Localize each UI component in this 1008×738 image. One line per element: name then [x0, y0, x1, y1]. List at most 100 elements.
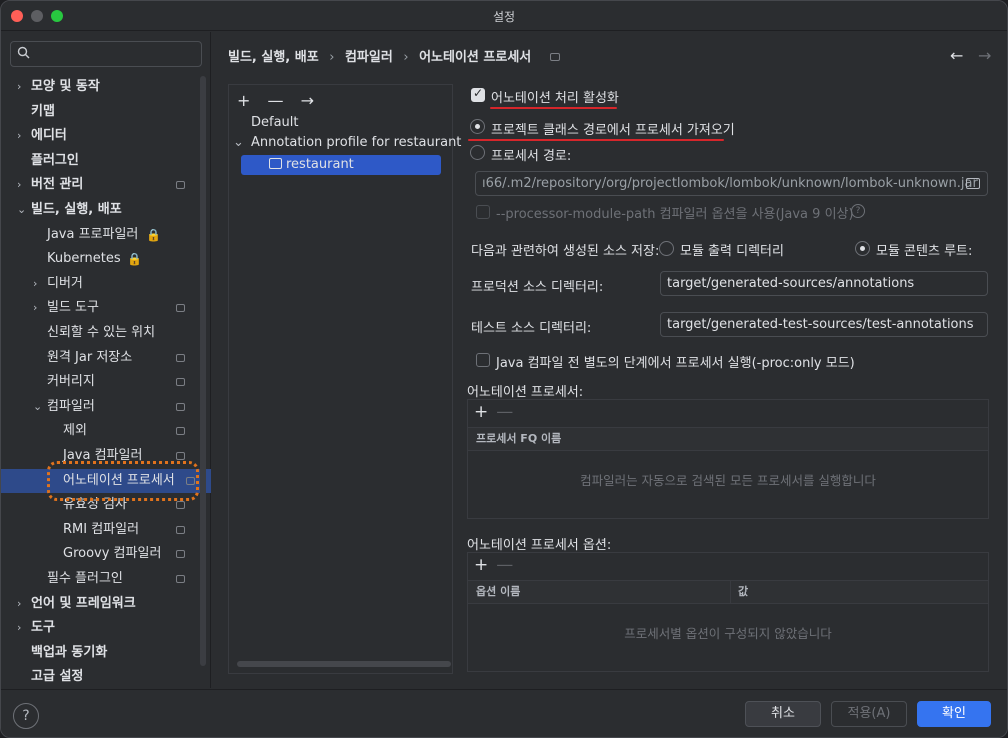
processor-path-field[interactable]: ı66/.m2/repository/org/projectlombok/lom… — [475, 171, 988, 196]
red-underline-annotation — [490, 107, 617, 109]
cancel-button[interactable]: 취소 — [745, 701, 821, 727]
sidebar-item[interactable]: 커버리지 — [1, 370, 201, 394]
processor-path-radio[interactable] — [470, 145, 485, 160]
chevron-right-icon[interactable]: › — [33, 296, 37, 320]
lock-icon: 🔒 — [146, 227, 161, 242]
chevron-down-icon[interactable]: ⌄ — [233, 133, 251, 153]
sidebar-item[interactable]: 필수 플러그인 — [1, 567, 201, 591]
processors-column-header[interactable]: 프로세서 FQ 이름 — [468, 427, 988, 451]
sidebar-item-label: 키맵 — [31, 103, 55, 119]
profiles-horizontal-scrollbar[interactable] — [237, 661, 451, 667]
breadcrumb: 빌드, 실행, 배포 › 컴파일러 › 어노테이션 프로세서 — [228, 46, 566, 65]
options-empty-text: 프로세서별 옵션이 구성되지 않았습니다 — [624, 626, 832, 641]
profile-restaurant-label: restaurant — [286, 157, 354, 172]
sidebar-item[interactable]: 원격 Jar 저장소 — [1, 346, 201, 370]
sidebar-item-label: 필수 플러그인 — [47, 571, 123, 586]
option-name-column-header[interactable]: 옵션 이름 — [476, 581, 520, 603]
help-button[interactable]: ? — [13, 703, 39, 729]
sidebar-item[interactable]: › 버전 관리 — [1, 173, 201, 197]
apply-button[interactable]: 적용(A) — [831, 701, 907, 727]
sidebar-item[interactable]: ⌄ 빌드, 실행, 배포 — [1, 198, 201, 222]
sidebar-item[interactable]: › 도구 — [1, 616, 201, 640]
sidebar-item[interactable]: › 모양 및 동작 — [1, 75, 201, 99]
module-content-root-radio[interactable] — [855, 241, 870, 256]
project-level-icon — [176, 181, 185, 190]
add-icon[interactable]: + — [474, 402, 488, 422]
profile-restaurant[interactable]: restaurant — [241, 155, 441, 175]
sidebar-item[interactable]: ⌄ 컴파일러 — [1, 395, 201, 419]
profile-group[interactable]: ⌄ Annotation profile for restaurant — [233, 133, 461, 153]
sidebar-item[interactable]: RMI 컴파일러 — [1, 518, 201, 542]
project-level-icon — [176, 550, 185, 559]
processors-empty-text: 컴파일러는 자동으로 검색된 모든 프로세서를 실행합니다 — [580, 473, 876, 488]
chevron-right-icon[interactable]: › — [17, 173, 21, 197]
sidebar-item[interactable]: Kubernetes 🔒 — [1, 247, 201, 271]
sidebar-scrollbar[interactable] — [200, 76, 206, 666]
sidebar-item[interactable]: 백업과 동기화 — [1, 641, 201, 665]
sidebar-item[interactable]: 플러그인 — [1, 149, 201, 173]
sidebar-item[interactable]: › 언어 및 프레임워크 — [1, 592, 201, 616]
sidebar-item-label: 컴파일러 — [47, 398, 95, 414]
breadcrumb-build[interactable]: 빌드, 실행, 배포 — [228, 50, 319, 65]
red-underline-annotation — [468, 139, 724, 141]
project-level-icon — [176, 525, 185, 534]
search-icon — [17, 46, 31, 64]
test-dir-field[interactable]: target/generated-test-sources/test-annot… — [660, 312, 988, 337]
sidebar-item[interactable]: Groovy 컴파일러 — [1, 542, 201, 566]
profiles-panel: + — → Default ⌄ Annotation profile for re… — [228, 84, 461, 674]
profile-default[interactable]: Default — [251, 113, 299, 133]
sidebar-item[interactable]: 제외 — [1, 419, 201, 443]
sidebar-item-label: Java 프로파일러 — [47, 226, 139, 242]
processor-options-title: 어노테이션 프로세서 옵션: — [467, 538, 612, 553]
lock-icon: 🔒 — [127, 252, 142, 267]
proc-only-checkbox[interactable] — [476, 353, 490, 367]
profiles-toolbar[interactable]: + — → — [237, 91, 320, 110]
sidebar-item[interactable]: 고급 설정 — [1, 665, 201, 689]
search-input[interactable] — [10, 41, 202, 67]
processor-module-path-checkbox[interactable] — [476, 205, 490, 219]
chevron-right-icon[interactable]: › — [17, 75, 21, 99]
title-bar: 설정 — [1, 1, 1007, 31]
back-arrow-icon[interactable]: ← — [950, 46, 963, 65]
sidebar-item[interactable]: 키맵 — [1, 100, 201, 124]
forward-arrow-icon[interactable]: → — [978, 46, 991, 65]
chevron-right-icon[interactable]: › — [17, 124, 21, 148]
sidebar-item[interactable]: › 에디터 — [1, 124, 201, 148]
enable-annotation-processing-checkbox[interactable] — [471, 86, 485, 102]
browse-folder-icon[interactable] — [966, 178, 980, 189]
processors-title: 어노테이션 프로세서: — [467, 385, 584, 400]
production-dir-field[interactable]: target/generated-sources/annotations — [660, 271, 988, 296]
profile-group-label: Annotation profile for restaurant — [251, 135, 462, 150]
ok-button[interactable]: 확인 — [917, 701, 991, 727]
sidebar-item-label: 커버리지 — [47, 374, 95, 390]
sidebar-item[interactable]: Java 프로파일러 🔒 — [1, 223, 201, 247]
project-level-icon — [176, 575, 185, 583]
sidebar-item[interactable]: › 빌드 도구 — [1, 296, 201, 320]
project-level-icon — [176, 402, 185, 411]
obtain-from-classpath-radio[interactable] — [470, 119, 485, 134]
module-output-dir-label: 모듈 출력 디렉터리 — [680, 244, 784, 259]
store-generated-label: 다음과 관련하여 생성된 소스 저장: — [471, 244, 660, 259]
chevron-right-icon[interactable]: › — [17, 616, 21, 640]
enable-annotation-processing-label: 어노테이션 처리 활성화 — [491, 91, 619, 106]
remove-icon[interactable]: — — [496, 402, 513, 422]
chevron-down-icon[interactable]: ⌄ — [17, 198, 26, 222]
sidebar-item[interactable]: 신뢰할 수 있는 위치 — [1, 321, 201, 345]
remove-icon[interactable]: — — [496, 555, 513, 575]
module-folder-icon — [269, 158, 282, 169]
project-level-icon — [176, 427, 185, 436]
settings-content: 빌드, 실행, 배포 › 컴파일러 › 어노테이션 프로세서 ← → + — →… — [212, 32, 1007, 688]
project-level-icon — [176, 452, 185, 460]
module-output-dir-radio[interactable] — [659, 241, 674, 256]
breadcrumb-compiler[interactable]: 컴파일러 — [345, 50, 393, 65]
help-icon[interactable]: ? — [851, 204, 865, 218]
option-value-column-header[interactable]: 값 — [738, 581, 748, 603]
project-level-icon — [176, 378, 185, 387]
chevron-right-icon[interactable]: › — [33, 272, 37, 296]
sidebar-item[interactable]: › 디버거 — [1, 272, 201, 296]
chevron-right-icon[interactable]: › — [17, 592, 21, 616]
chevron-down-icon[interactable]: ⌄ — [33, 395, 42, 419]
sidebar-item-label: 버전 관리 — [31, 177, 84, 193]
sidebar-item-label: Groovy 컴파일러 — [63, 546, 162, 562]
add-icon[interactable]: + — [474, 555, 488, 575]
